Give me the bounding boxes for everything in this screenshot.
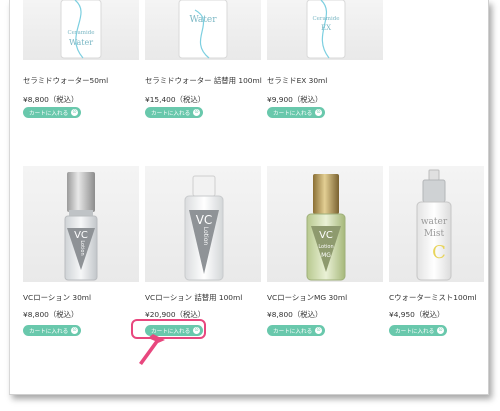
product-image[interactable]: water Mist C <box>389 166 484 282</box>
bottle-label-text: Mist <box>424 229 445 239</box>
add-to-cart-button[interactable]: カートに入れる ⊙ <box>389 325 447 336</box>
product-name[interactable]: VCローション 詰替用 100ml <box>145 292 269 303</box>
product-price: ¥9,900（税込） <box>267 95 323 104</box>
bottle-label-text: Ceramide <box>312 16 339 22</box>
product-name[interactable]: VCローション 30ml <box>23 292 147 303</box>
product-name[interactable]: セラミドウォーター50ml <box>23 75 147 86</box>
cart-icon: ⊙ <box>71 109 78 116</box>
add-to-cart-button[interactable]: カートに入れる ⊙ <box>23 107 81 118</box>
product-name[interactable]: Cウォーターミスト100ml <box>389 292 500 303</box>
cart-icon: ⊙ <box>437 327 444 334</box>
bottle-illustration: VC Lotion <box>64 172 98 281</box>
product-price: ¥4,950（税込） <box>389 310 445 319</box>
add-to-cart-button[interactable]: カートに入れる ⊙ <box>145 107 203 118</box>
bottle-label-text: Lotion <box>318 244 333 250</box>
product-image[interactable]: VC Lotion <box>23 166 139 282</box>
pointer-arrow-icon <box>139 334 165 365</box>
product-name[interactable]: VCローションMG 30ml <box>267 292 391 303</box>
bottle-illustration: Ceramide EX <box>306 0 346 59</box>
bottle-label-text: VC <box>319 230 333 241</box>
product-price: ¥8,800（税込） <box>267 310 323 319</box>
cart-button-label: カートに入れる <box>273 110 313 117</box>
add-to-cart-button[interactable]: カートに入れる ⊙ <box>267 107 325 118</box>
bottle-illustration: Ceramide Water <box>60 0 102 59</box>
bottle-label-text: Water <box>189 15 217 25</box>
add-to-cart-button[interactable]: カートに入れる ⊙ <box>23 325 81 336</box>
product-image[interactable]: VC Lotion MG <box>267 166 383 282</box>
bottle-illustration: VC Lotion <box>184 175 224 281</box>
bottle-label-text: Water <box>69 38 93 47</box>
cart-icon: ⊙ <box>71 327 78 334</box>
bottle-label-text: MG <box>321 252 331 259</box>
product-name[interactable]: セラミドウォーター 詰替用 100ml <box>145 75 269 86</box>
bottle-label-text: C <box>432 242 446 263</box>
product-name[interactable]: セラミドEX 30ml <box>267 75 391 86</box>
product-image[interactable]: VC Lotion <box>145 166 261 282</box>
add-to-cart-button[interactable]: カートに入れる ⊙ <box>267 325 325 336</box>
product-image[interactable]: Ceramide Water <box>23 0 139 60</box>
bottle-label-text: EX <box>321 24 331 32</box>
cart-button-label: カートに入れる <box>395 328 435 335</box>
cart-icon: ⊙ <box>193 109 200 116</box>
bottle-illustration: Water <box>178 0 228 59</box>
bottle-illustration: VC Lotion MG <box>306 174 346 281</box>
cart-button-label: カートに入れる <box>151 110 191 117</box>
cart-button-label: カートに入れる <box>29 328 69 335</box>
product-image[interactable]: Ceramide EX <box>267 0 383 60</box>
bottle-illustration: water Mist C <box>416 169 452 281</box>
cart-button-label: カートに入れる <box>29 110 69 117</box>
cart-icon: ⊙ <box>315 109 322 116</box>
product-price: ¥8,800（税込） <box>23 95 79 104</box>
bottle-label-text: VC <box>196 213 213 227</box>
product-grid-frame: Ceramide Water セラミドウォーター50ml ¥8,800（税込） … <box>9 0 489 395</box>
cart-button-label: カートに入れる <box>273 328 313 335</box>
cart-icon: ⊙ <box>315 327 322 334</box>
product-image[interactable]: Water <box>145 0 261 60</box>
bottle-label-text: Lotion <box>79 240 85 255</box>
product-price: ¥8,800（税込） <box>23 310 79 319</box>
bottle-label-text: Ceramide <box>67 30 94 36</box>
bottle-label-text: water <box>421 217 448 227</box>
product-price: ¥15,400（税込） <box>145 95 206 104</box>
bottle-label-text: Lotion <box>202 227 209 246</box>
